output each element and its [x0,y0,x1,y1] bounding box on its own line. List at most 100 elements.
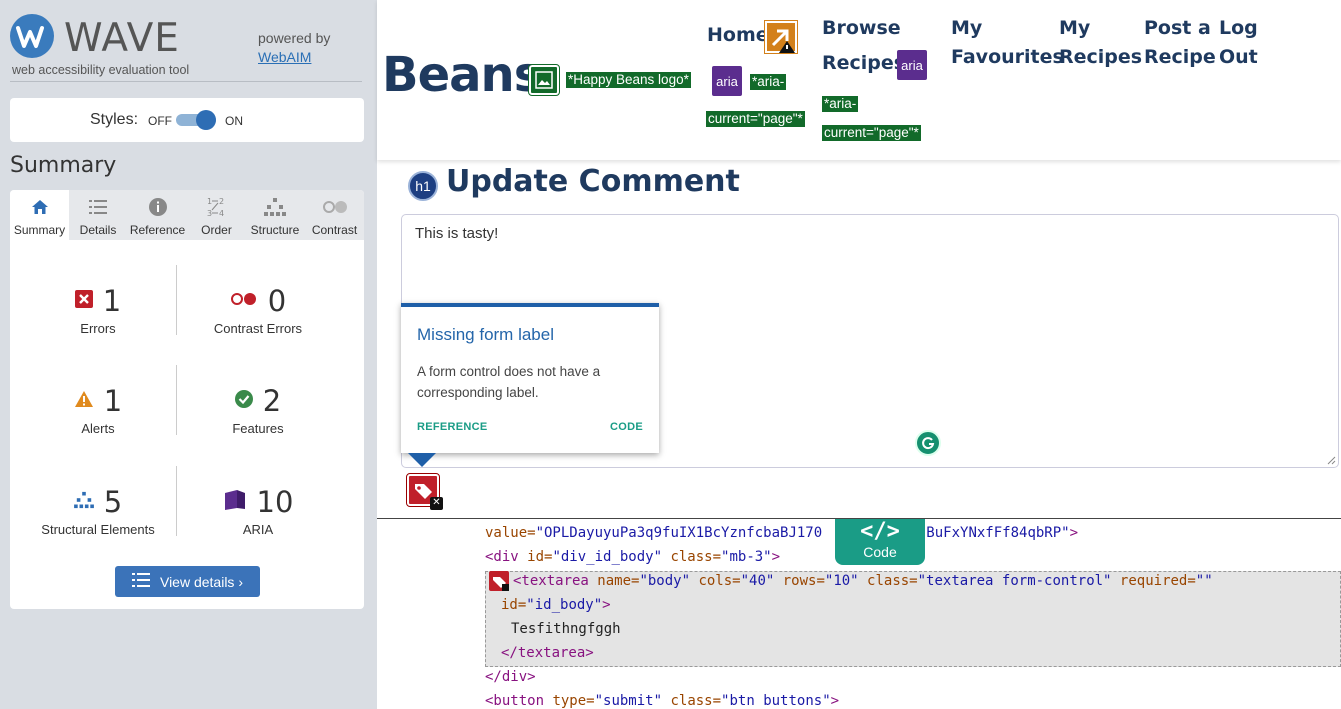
code-toggle-tab[interactable]: </> Code [835,519,925,565]
home-icon [10,196,69,218]
code-attr: class= [662,693,722,709]
styles-on-label: ON [225,114,243,128]
structural-count: 5 [103,485,123,519]
divider [176,365,177,435]
resize-handle-icon[interactable] [1326,455,1336,465]
structural-label: Structural Elements [41,522,155,537]
error-x-icon [74,289,93,313]
check-circle-icon [234,389,253,413]
code-value: "id_body" [526,597,603,613]
nav-my-recipes[interactable]: My Recipes [1059,14,1142,72]
code-attr: required= [1111,573,1196,589]
tab-label: Details [79,223,117,237]
tab-label: Structure [250,223,300,237]
stat-errors[interactable]: 1 Errors [18,283,178,336]
code-line: value="OPLDayuyuPa3q9fuIX1BcYznfcbaBJ170… [485,525,1078,541]
stat-aria[interactable]: 10 ARIA [178,484,338,537]
stat-features[interactable]: 2 Features [178,383,338,436]
nav-post-line1: Post a [1144,17,1211,39]
nav-my-favourites[interactable]: My Favourites [951,14,1064,72]
code-attr: type= [544,693,595,709]
wave-tabs: Summary Details Reference 1234 Order Str… [10,190,364,240]
wave-logo-row: WAVE web accessibility evaluation tool p… [10,12,362,82]
page-title: Update Comment [446,164,740,199]
stat-alerts[interactable]: 1 Alerts [18,383,178,436]
code-line: <div id="div_id_body" class="mb-3"> [485,549,780,565]
nav-favourites-line1: My [951,17,983,39]
styles-toggle[interactable] [176,110,216,130]
aria-icon[interactable]: aria [897,50,927,80]
grammarly-icon[interactable] [915,430,941,456]
tab-label: Order [201,223,232,237]
errors-count: 1 [102,284,122,318]
wave-title: WAVE [64,16,180,61]
code-value: "10" [824,573,859,589]
alt-text-tag: *Happy Beans logo* [566,72,691,88]
view-details-button[interactable]: View details › [115,566,260,597]
tab-structure[interactable]: Structure [245,190,305,240]
contrast-icon [305,196,364,218]
code-line: id="id_body"> [501,597,611,613]
nav-home[interactable]: Home [707,21,769,50]
redundant-link-alert-icon[interactable] [764,20,798,54]
wave-logo-icon[interactable] [10,14,54,58]
nav-log-out[interactable]: Log Out [1219,14,1258,72]
powered-by: powered by WebAIM [258,29,330,67]
contrast-errors-label: Contrast Errors [213,321,303,336]
features-count: 2 [262,384,282,418]
stat-contrast-errors[interactable]: 0 Contrast Errors [178,283,338,336]
code-value: "textarea form-control" [917,573,1112,589]
contrast-errors-count: 0 [267,284,287,318]
nav-browse-recipes[interactable]: Browse Recipes [822,14,905,78]
nav-browse-line2: Recipes [822,52,906,74]
order-icon: 1234 [188,196,245,218]
code-value: "OPLDayuyuPa3q9fuIX1BcYznfcbaBJ170 [535,525,823,541]
structure-icon [245,196,305,218]
nav-post-recipe[interactable]: Post a Recipe [1144,14,1216,72]
code-line: <button type="submit" class="btn buttons… [485,693,839,709]
code-error-icon[interactable] [489,571,509,591]
tab-details[interactable]: Details [69,190,127,240]
site-header: Beans *Happy Beans logo* Home aria *aria… [377,0,1341,160]
nav-favourites-line2: Favourites [951,46,1064,68]
code-value: "mb-3" [721,549,772,565]
tooltip-code-link[interactable]: CODE [610,421,643,433]
toggle-knob[interactable] [196,110,216,130]
code-tag: > [771,549,781,565]
code-tag: > [602,597,611,613]
code-attr: class= [662,549,722,565]
beans-logo[interactable]: Beans [382,47,542,103]
tooltip-title: Missing form label [417,325,554,344]
code-line: <textarea name="body" cols="40" rows="10… [513,573,1213,589]
code-attr: id= [518,549,553,565]
tab-order[interactable]: 1234 Order [188,190,245,240]
tooltip-reference-link[interactable]: REFERENCE [417,421,488,433]
view-details-label: View details › [159,573,243,590]
code-tag: <button [485,693,545,709]
code-value: "body" [639,573,691,589]
aria-icon[interactable]: aria [712,66,742,96]
tab-reference[interactable]: Reference [127,190,188,240]
code-tag: <textarea [513,573,589,589]
alt-text-icon[interactable] [528,64,560,96]
tab-summary[interactable]: Summary [10,190,69,240]
h1-badge-icon[interactable]: h1 [408,171,438,201]
stat-structural[interactable]: 5 Structural Elements [18,484,178,537]
svg-text:1: 1 [207,197,212,206]
wave-tagline: web accessibility evaluation tool [12,63,190,77]
code-attr: rows= [774,573,825,589]
tab-contrast[interactable]: Contrast [305,190,364,240]
aria-cube-icon [223,489,247,516]
nav-logout-line2: Out [1219,46,1258,68]
code-value: "40" [740,573,775,589]
missing-label-error-icon[interactable]: ✕ [406,473,443,510]
webaim-link[interactable]: WebAIM [258,49,311,65]
code-tag: > [1069,525,1079,541]
info-icon [127,196,188,218]
divider [176,265,177,335]
tab-label: Summary [13,223,66,237]
code-panel: value="OPLDayuyuPa3q9fuIX1BcYznfcbaBJ170… [377,518,1341,709]
structure-icon [73,491,94,514]
divider [176,466,177,536]
tooltip-arrow [408,453,436,467]
